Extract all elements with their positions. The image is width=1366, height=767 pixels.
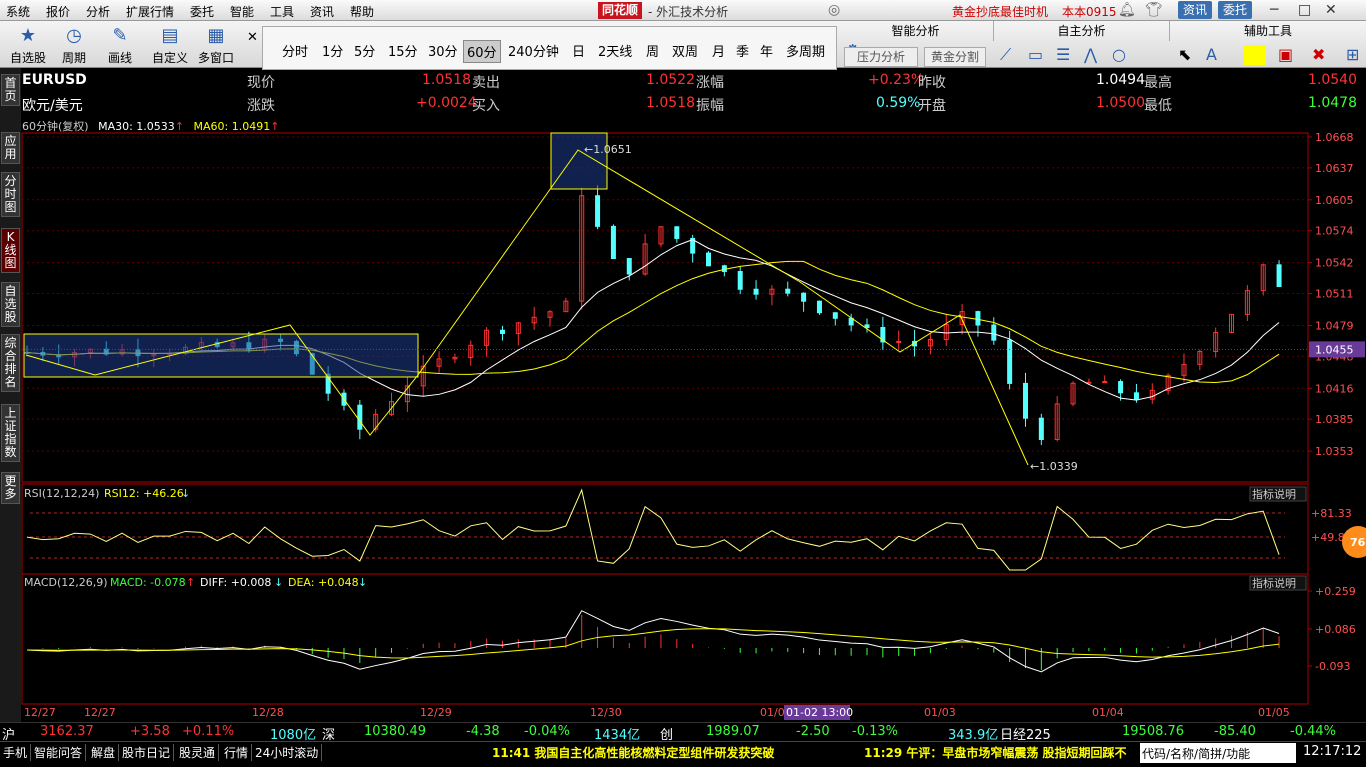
rsi-value: RSI12: +46.26 (104, 487, 184, 500)
candle-body (610, 225, 616, 260)
macd-tick-label: -0.093 (1315, 660, 1350, 673)
rsi-panel-frame (21, 483, 1309, 575)
x-tick-label: 12/27 (24, 706, 56, 719)
candle-body (801, 292, 807, 302)
price-tick-label: 1.0479 (1315, 319, 1354, 332)
bottom-tab-24h[interactable]: 24小时滚动 (252, 744, 323, 761)
candle-body (785, 288, 791, 294)
candle-body (753, 288, 759, 295)
nikkei-pct: -0.44% (1290, 724, 1336, 739)
candle-body (1038, 417, 1044, 441)
candle-body (864, 324, 870, 329)
price-tick-label: 1.0511 (1315, 288, 1354, 301)
rsi-title: RSI(12,12,24) (24, 487, 99, 500)
clock: 12:17:12 (1303, 744, 1362, 759)
candle-body (626, 258, 632, 275)
notification-badge-label: 76 (1350, 536, 1366, 549)
candle-body (357, 404, 363, 430)
x-tick-label: 12/28 (252, 706, 284, 719)
price-tick-label: 1.0353 (1315, 445, 1354, 458)
cy-change: -2.50 (796, 724, 830, 739)
low-annotation: ←1.0339 (1030, 460, 1078, 473)
macd-tick-label: +0.259 (1315, 585, 1356, 598)
x-tick-label: 01/03 (924, 706, 956, 719)
bottom-tab-mobile[interactable]: 手机 (0, 744, 32, 761)
news-ticker-1[interactable]: 11:41 我国自主化高性能核燃料定型组件研发获突破 (492, 744, 774, 761)
candle-body (1007, 339, 1013, 384)
bottom-tab-quotes[interactable]: 行情 (221, 744, 253, 761)
price-tick-label: 1.0637 (1315, 162, 1354, 175)
macd-explain-button[interactable]: 指标说明 (1252, 576, 1296, 590)
candle-body (1118, 381, 1124, 394)
index-status-bar: 沪 3162.37 +3.58 +0.11% 1080亿 深 10380.49 … (0, 722, 1366, 743)
drawn-box-consolidation (23, 333, 419, 378)
sz-pct: -0.04% (524, 724, 570, 739)
candle-body (595, 195, 601, 227)
sh-change: +3.58 (130, 724, 170, 739)
dea-value: DEA: +0.048 (288, 576, 359, 589)
cy-pct: -0.13% (852, 724, 898, 739)
candle-body (816, 300, 822, 314)
sh-pct: +0.11% (182, 724, 235, 739)
price-tick-label: 1.0668 (1315, 131, 1354, 144)
candle-body (1022, 382, 1028, 419)
price-tick-label: 1.0574 (1315, 225, 1354, 238)
sz-change: -4.38 (466, 724, 500, 739)
candle-body (737, 271, 743, 290)
price-tick-label: 1.0542 (1315, 257, 1354, 270)
dea-down-arrow-icon: ↓ (358, 576, 367, 589)
rsi-down-arrow-icon: ↓ (181, 487, 190, 500)
candle-body (991, 324, 997, 341)
x-tick-label: 12/27 (84, 706, 116, 719)
diff-line (26, 610, 1280, 673)
news-ticker-2[interactable]: 11:29 午评：早盘市场窄幅震荡 股指短期回踩不 (864, 744, 1127, 761)
current-price-label: 1.0455 (1315, 343, 1354, 356)
bottom-bar: 手机 智能问答 解盘 股市日记 股灵通 行情 24小时滚动 11:41 我国自主… (0, 741, 1366, 767)
kline-chart[interactable]: 1.0668 1.0637 1.0605 1.0574 1.0542 1.0511 1.04… (0, 0, 1366, 767)
x-tick-label: 01/04 (1092, 706, 1124, 719)
macd-up-arrow-icon: ↑ (186, 576, 195, 589)
candle-body (896, 340, 902, 343)
sh-value: 3162.37 (40, 724, 94, 739)
candle-body (832, 312, 838, 319)
x-tick-label: 12/30 (590, 706, 622, 719)
sz-value: 10380.49 (364, 724, 427, 739)
dea-line (26, 628, 1280, 659)
candle-body (499, 329, 505, 335)
macd-panel-frame (21, 573, 1309, 705)
diff-value: DIFF: +0.008 (200, 576, 271, 589)
price-tick-label: 1.0385 (1315, 413, 1354, 426)
macd-value: MACD: -0.078 (110, 576, 186, 589)
rsi-explain-button[interactable]: 指标说明 (1252, 487, 1296, 501)
candle-body (975, 311, 981, 326)
code-search-input[interactable]: 代码/名称/简拼/功能 (1140, 743, 1296, 763)
bottom-tab-stockspirit[interactable]: 股灵通 (176, 744, 220, 761)
macd-tick-label: +0.086 (1315, 623, 1356, 636)
x-tick-label: 01/05 (1258, 706, 1290, 719)
bottom-tab-commentary[interactable]: 解盘 (88, 744, 120, 761)
price-tick-label: 1.0605 (1315, 194, 1354, 207)
candle-body (1276, 264, 1282, 287)
price-panel-frame (21, 132, 1309, 483)
x-tick-label: 12/29 (420, 706, 452, 719)
rsi-line (26, 488, 1280, 571)
peak-annotation: ←1.0651 (584, 143, 632, 156)
diff-down-arrow-icon: ↓ (274, 576, 283, 589)
candle-body (1133, 392, 1139, 400)
nikkei-change: -85.40 (1214, 724, 1256, 739)
cy-value: 1989.07 (706, 724, 760, 739)
rsi-tick-label: +81.33 (1311, 507, 1352, 520)
candle-body (1102, 381, 1108, 384)
trend-zigzag-line (25, 149, 1029, 466)
price-tick-label: 1.0416 (1315, 382, 1354, 395)
candle-body (674, 226, 680, 239)
macd-title: MACD(12,26,9) (24, 576, 108, 589)
candle-body (706, 252, 712, 267)
drawn-box-peak (550, 132, 608, 190)
nikkei-value: 19508.76 (1122, 724, 1185, 739)
cursor-time-label: 01-02 13:00 (786, 706, 853, 719)
bottom-tab-qa[interactable]: 智能问答 (31, 744, 87, 761)
bottom-tab-diary[interactable]: 股市日记 (119, 744, 175, 761)
